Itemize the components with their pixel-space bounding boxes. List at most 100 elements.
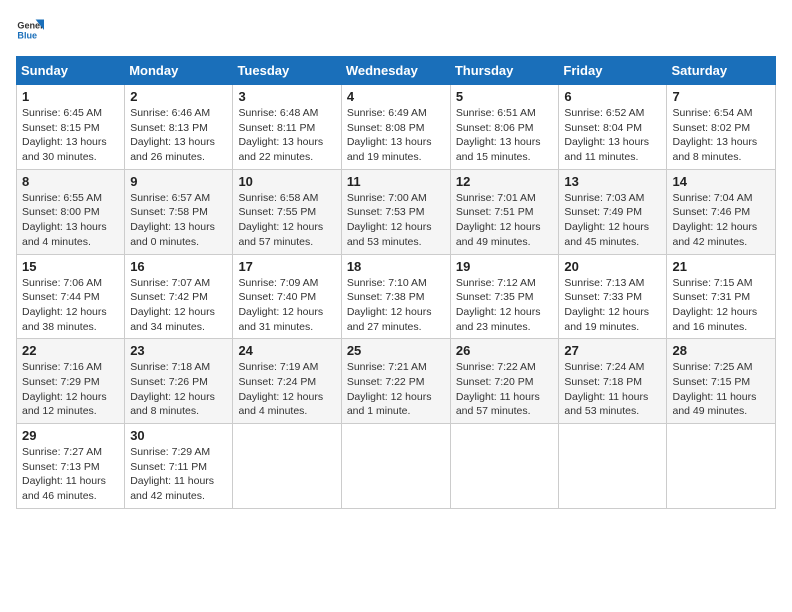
page-header: General Blue	[16, 16, 776, 44]
calendar-cell: 7Sunrise: 6:54 AM Sunset: 8:02 PM Daylig…	[667, 85, 776, 170]
day-info: Sunrise: 7:27 AM Sunset: 7:13 PM Dayligh…	[22, 445, 119, 504]
calendar-week-row-2: 8Sunrise: 6:55 AM Sunset: 8:00 PM Daylig…	[17, 169, 776, 254]
calendar-cell	[233, 424, 341, 509]
calendar-cell: 15 Sunrise: 7:06 AM Sunset: 7:44 PM Dayli…	[17, 254, 125, 339]
day-info: Sunrise: 6:55 AM Sunset: 8:00 PM Dayligh…	[22, 191, 119, 250]
day-number: 22	[22, 343, 119, 358]
day-number: 26	[456, 343, 554, 358]
day-number: 17	[238, 259, 335, 274]
day-info: Sunrise: 7:25 AM Sunset: 7:15 PM Dayligh…	[672, 360, 770, 419]
day-info: Sunrise: 7:13 AM Sunset: 7:33 PM Dayligh…	[564, 276, 661, 335]
calendar-cell: 17 Sunrise: 7:09 AM Sunset: 7:40 PM Dayli…	[233, 254, 341, 339]
day-info: Sunrise: 7:01 AM Sunset: 7:51 PM Dayligh…	[456, 191, 554, 250]
calendar-cell: 4 Sunrise: 6:49 AM Sunset: 8:08 PM Daylig…	[341, 85, 450, 170]
logo-icon: General Blue	[16, 16, 44, 44]
day-number: 4	[347, 89, 445, 104]
calendar-cell: 10 Sunrise: 6:58 AM Sunset: 7:55 PM Dayli…	[233, 169, 341, 254]
weekday-header-monday: Monday	[125, 57, 233, 85]
calendar-cell: 6 Sunrise: 6:52 AM Sunset: 8:04 PM Daylig…	[559, 85, 667, 170]
calendar-cell	[559, 424, 667, 509]
calendar-cell: 1Sunrise: 6:45 AM Sunset: 8:15 PM Daylig…	[17, 85, 125, 170]
calendar-cell: 11 Sunrise: 7:00 AM Sunset: 7:53 PM Dayli…	[341, 169, 450, 254]
calendar-cell	[450, 424, 559, 509]
weekday-header-row: SundayMondayTuesdayWednesdayThursdayFrid…	[17, 57, 776, 85]
calendar-cell: 8Sunrise: 6:55 AM Sunset: 8:00 PM Daylig…	[17, 169, 125, 254]
calendar-cell: 18 Sunrise: 7:10 AM Sunset: 7:38 PM Dayli…	[341, 254, 450, 339]
calendar-cell: 23 Sunrise: 7:18 AM Sunset: 7:26 PM Dayli…	[125, 339, 233, 424]
day-number: 6	[564, 89, 661, 104]
day-number: 30	[130, 428, 227, 443]
day-info: Sunrise: 7:03 AM Sunset: 7:49 PM Dayligh…	[564, 191, 661, 250]
calendar-week-row-3: 15 Sunrise: 7:06 AM Sunset: 7:44 PM Dayli…	[17, 254, 776, 339]
calendar-cell: 9 Sunrise: 6:57 AM Sunset: 7:58 PM Daylig…	[125, 169, 233, 254]
day-info: Sunrise: 6:54 AM Sunset: 8:02 PM Dayligh…	[672, 106, 770, 165]
calendar-cell: 24Sunrise: 7:19 AM Sunset: 7:24 PM Dayli…	[233, 339, 341, 424]
day-number: 24	[238, 343, 335, 358]
calendar-cell: 22 Sunrise: 7:16 AM Sunset: 7:29 PM Dayli…	[17, 339, 125, 424]
day-info: Sunrise: 7:09 AM Sunset: 7:40 PM Dayligh…	[238, 276, 335, 335]
calendar-cell: 25 Sunrise: 7:21 AM Sunset: 7:22 PM Dayli…	[341, 339, 450, 424]
day-number: 19	[456, 259, 554, 274]
calendar-cell: 16Sunrise: 7:07 AM Sunset: 7:42 PM Dayli…	[125, 254, 233, 339]
day-info: Sunrise: 6:58 AM Sunset: 7:55 PM Dayligh…	[238, 191, 335, 250]
day-info: Sunrise: 7:10 AM Sunset: 7:38 PM Dayligh…	[347, 276, 445, 335]
day-info: Sunrise: 7:00 AM Sunset: 7:53 PM Dayligh…	[347, 191, 445, 250]
day-number: 18	[347, 259, 445, 274]
logo: General Blue	[16, 16, 48, 44]
day-number: 14	[672, 174, 770, 189]
day-info: Sunrise: 6:49 AM Sunset: 8:08 PM Dayligh…	[347, 106, 445, 165]
calendar-table: SundayMondayTuesdayWednesdayThursdayFrid…	[16, 56, 776, 509]
weekday-header-thursday: Thursday	[450, 57, 559, 85]
calendar-cell: 30 Sunrise: 7:29 AM Sunset: 7:11 PM Dayli…	[125, 424, 233, 509]
calendar-cell	[341, 424, 450, 509]
calendar-cell: 5Sunrise: 6:51 AM Sunset: 8:06 PM Daylig…	[450, 85, 559, 170]
day-number: 28	[672, 343, 770, 358]
day-number: 21	[672, 259, 770, 274]
calendar-cell: 13 Sunrise: 7:03 AM Sunset: 7:49 PM Dayli…	[559, 169, 667, 254]
calendar-cell: 27Sunrise: 7:24 AM Sunset: 7:18 PM Dayli…	[559, 339, 667, 424]
calendar-cell: 3 Sunrise: 6:48 AM Sunset: 8:11 PM Daylig…	[233, 85, 341, 170]
weekday-header-sunday: Sunday	[17, 57, 125, 85]
day-number: 15	[22, 259, 119, 274]
day-info: Sunrise: 6:57 AM Sunset: 7:58 PM Dayligh…	[130, 191, 227, 250]
calendar-cell: 29Sunrise: 7:27 AM Sunset: 7:13 PM Dayli…	[17, 424, 125, 509]
day-number: 23	[130, 343, 227, 358]
day-number: 11	[347, 174, 445, 189]
day-info: Sunrise: 7:21 AM Sunset: 7:22 PM Dayligh…	[347, 360, 445, 419]
weekday-header-friday: Friday	[559, 57, 667, 85]
calendar-week-row-4: 22 Sunrise: 7:16 AM Sunset: 7:29 PM Dayli…	[17, 339, 776, 424]
day-number: 3	[238, 89, 335, 104]
day-number: 10	[238, 174, 335, 189]
day-info: Sunrise: 7:18 AM Sunset: 7:26 PM Dayligh…	[130, 360, 227, 419]
day-info: Sunrise: 7:06 AM Sunset: 7:44 PM Dayligh…	[22, 276, 119, 335]
calendar-cell: 19Sunrise: 7:12 AM Sunset: 7:35 PM Dayli…	[450, 254, 559, 339]
calendar-cell	[667, 424, 776, 509]
calendar-cell: 2Sunrise: 6:46 AM Sunset: 8:13 PM Daylig…	[125, 85, 233, 170]
weekday-header-tuesday: Tuesday	[233, 57, 341, 85]
day-number: 27	[564, 343, 661, 358]
day-info: Sunrise: 6:51 AM Sunset: 8:06 PM Dayligh…	[456, 106, 554, 165]
weekday-header-wednesday: Wednesday	[341, 57, 450, 85]
day-number: 20	[564, 259, 661, 274]
day-info: Sunrise: 6:45 AM Sunset: 8:15 PM Dayligh…	[22, 106, 119, 165]
day-number: 25	[347, 343, 445, 358]
day-info: Sunrise: 6:52 AM Sunset: 8:04 PM Dayligh…	[564, 106, 661, 165]
calendar-cell: 26 Sunrise: 7:22 AM Sunset: 7:20 PM Dayli…	[450, 339, 559, 424]
day-info: Sunrise: 7:04 AM Sunset: 7:46 PM Dayligh…	[672, 191, 770, 250]
day-info: Sunrise: 6:48 AM Sunset: 8:11 PM Dayligh…	[238, 106, 335, 165]
calendar-week-row-1: 1Sunrise: 6:45 AM Sunset: 8:15 PM Daylig…	[17, 85, 776, 170]
day-info: Sunrise: 7:15 AM Sunset: 7:31 PM Dayligh…	[672, 276, 770, 335]
calendar-week-row-5: 29Sunrise: 7:27 AM Sunset: 7:13 PM Dayli…	[17, 424, 776, 509]
day-info: Sunrise: 7:22 AM Sunset: 7:20 PM Dayligh…	[456, 360, 554, 419]
calendar-cell: 28 Sunrise: 7:25 AM Sunset: 7:15 PM Dayli…	[667, 339, 776, 424]
svg-text:Blue: Blue	[17, 30, 37, 40]
calendar-cell: 12 Sunrise: 7:01 AM Sunset: 7:51 PM Dayli…	[450, 169, 559, 254]
calendar-cell: 14 Sunrise: 7:04 AM Sunset: 7:46 PM Dayli…	[667, 169, 776, 254]
day-info: Sunrise: 7:16 AM Sunset: 7:29 PM Dayligh…	[22, 360, 119, 419]
calendar-cell: 20 Sunrise: 7:13 AM Sunset: 7:33 PM Dayli…	[559, 254, 667, 339]
day-number: 9	[130, 174, 227, 189]
day-number: 13	[564, 174, 661, 189]
day-info: Sunrise: 7:29 AM Sunset: 7:11 PM Dayligh…	[130, 445, 227, 504]
day-number: 12	[456, 174, 554, 189]
day-number: 2	[130, 89, 227, 104]
